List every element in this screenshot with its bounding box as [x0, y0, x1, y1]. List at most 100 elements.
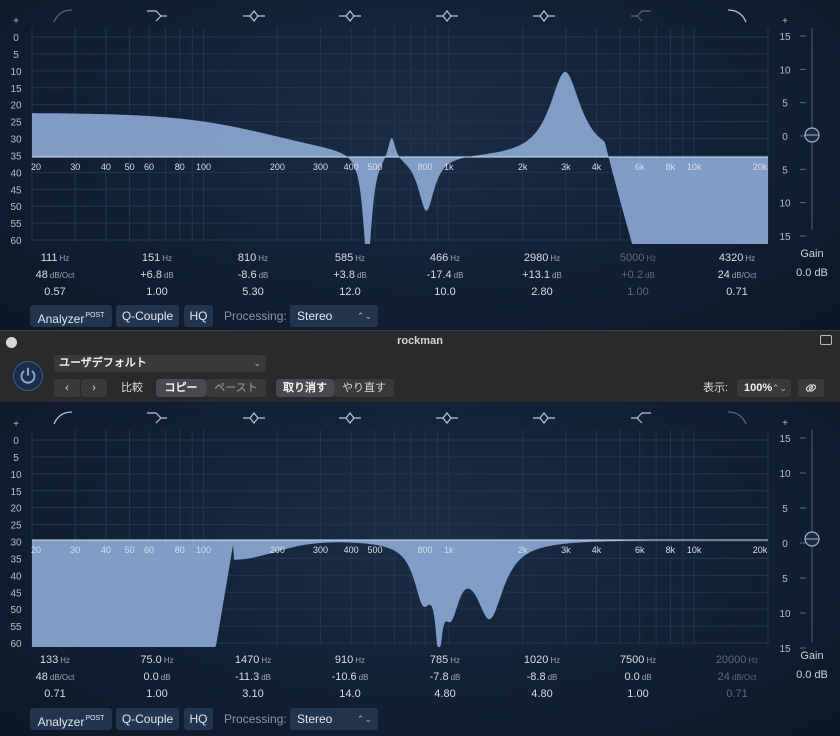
- q-value[interactable]: 4.80: [405, 686, 485, 703]
- power-button[interactable]: [13, 361, 43, 391]
- bell-icon[interactable]: [533, 412, 555, 424]
- q-value[interactable]: 0.57: [15, 284, 95, 301]
- q-value[interactable]: 1.00: [117, 284, 197, 301]
- band-1-params[interactable]: 133 Hz 48 dB/Oct 0.71: [15, 652, 95, 703]
- band-4-params[interactable]: 585 Hz +3.8 dB 12.0: [310, 250, 390, 301]
- band-3-params[interactable]: 810 Hz -8.6 dB 5.30: [213, 250, 293, 301]
- freq-value[interactable]: 75.0: [140, 654, 161, 666]
- band-5-params[interactable]: 466 Hz -17.4 dB 10.0: [405, 250, 485, 301]
- band-7-params[interactable]: 7500 Hz 0.0 dB 1.00: [598, 652, 678, 703]
- q-value[interactable]: 3.10: [213, 686, 293, 703]
- freq-value[interactable]: 585: [335, 252, 353, 264]
- q-value[interactable]: 12.0: [310, 284, 390, 301]
- q-couple-button[interactable]: Q-Couple: [116, 708, 179, 730]
- lowcut-icon[interactable]: [53, 9, 73, 23]
- copy-button[interactable]: コピー: [156, 379, 206, 397]
- lowcut-icon[interactable]: [53, 411, 73, 425]
- freq-value[interactable]: 466: [430, 252, 448, 264]
- band-6-params[interactable]: 2980 Hz +13.1 dB 2.80: [502, 250, 582, 301]
- zoom-select[interactable]: 100% ⌃⌄: [737, 379, 791, 397]
- freq-value[interactable]: 5000: [620, 252, 644, 264]
- freq-value[interactable]: 20000: [716, 654, 747, 666]
- window-corner-icon[interactable]: [820, 335, 832, 345]
- prev-preset-button[interactable]: ‹: [54, 379, 80, 397]
- undo-button[interactable]: 取り消す: [276, 379, 334, 397]
- gain-value[interactable]: -8.8: [527, 671, 546, 683]
- band-4-params[interactable]: 910 Hz -10.6 dB 14.0: [310, 652, 390, 703]
- highcut-icon[interactable]: [727, 9, 747, 23]
- band-8-params[interactable]: 20000 Hz 24 dB/Oct 0.71: [697, 652, 777, 703]
- q-couple-button[interactable]: Q-Couple: [116, 305, 179, 327]
- band-8-params[interactable]: 4320 Hz 24 dB/Oct 0.71: [697, 250, 777, 301]
- gain-value[interactable]: +3.8: [333, 269, 355, 281]
- q-value[interactable]: 2.80: [502, 284, 582, 301]
- q-value[interactable]: 1.00: [598, 284, 678, 301]
- freq-value[interactable]: 810: [238, 252, 256, 264]
- gain-value[interactable]: 0.0 dB: [790, 267, 834, 279]
- gain-value[interactable]: 24: [718, 269, 730, 281]
- q-value[interactable]: 0.71: [697, 284, 777, 301]
- band-2-params[interactable]: 151 Hz +6.8 dB 1.00: [117, 250, 197, 301]
- lowshelf-icon[interactable]: [147, 10, 167, 22]
- freq-value[interactable]: 7500: [620, 654, 644, 666]
- gain-value[interactable]: 0.0: [624, 671, 639, 683]
- gain-value[interactable]: +6.8: [140, 269, 162, 281]
- q-value[interactable]: 4.80: [502, 686, 582, 703]
- preset-menu[interactable]: ユーザデフォルト ⌄: [54, 355, 266, 372]
- highshelf-icon[interactable]: [631, 10, 651, 22]
- gain-value[interactable]: -11.3: [235, 671, 259, 683]
- freq-value[interactable]: 1020: [524, 654, 548, 666]
- gain-value[interactable]: -17.4: [427, 269, 452, 281]
- gain-value[interactable]: +13.1: [522, 269, 550, 281]
- bell-icon[interactable]: [436, 10, 458, 22]
- gain-value[interactable]: 48: [36, 269, 48, 281]
- gain-value[interactable]: +0.2: [621, 269, 643, 281]
- processing-select[interactable]: Stereo ⌃⌄: [290, 708, 378, 730]
- bell-icon[interactable]: [533, 10, 555, 22]
- bell-icon[interactable]: [243, 10, 265, 22]
- gain-value[interactable]: 24: [718, 671, 730, 683]
- bell-icon[interactable]: [339, 412, 361, 424]
- freq-value[interactable]: 133: [40, 654, 58, 666]
- q-value[interactable]: 10.0: [405, 284, 485, 301]
- gain-slider[interactable]: +15105051015: [779, 16, 820, 243]
- q-value[interactable]: 1.00: [598, 686, 678, 703]
- band-7-params[interactable]: 5000 Hz +0.2 dB 1.00: [598, 250, 678, 301]
- link-button[interactable]: [798, 379, 824, 397]
- bell-icon[interactable]: [436, 412, 458, 424]
- gain-value[interactable]: -7.8: [430, 671, 449, 683]
- band-2-params[interactable]: 75.0 Hz 0.0 dB 1.00: [117, 652, 197, 703]
- highcut-icon[interactable]: [727, 411, 747, 425]
- freq-value[interactable]: 910: [335, 654, 353, 666]
- gain-value[interactable]: 48: [36, 671, 48, 683]
- hq-button[interactable]: HQ: [184, 305, 213, 327]
- band-1-params[interactable]: 111 Hz 48 dB/Oct 0.57: [15, 250, 95, 301]
- next-preset-button[interactable]: ›: [81, 379, 107, 397]
- analyzer-button[interactable]: AnalyzerPOST: [30, 305, 112, 327]
- lowshelf-icon[interactable]: [147, 412, 167, 424]
- band-6-params[interactable]: 1020 Hz -8.8 dB 4.80: [502, 652, 582, 703]
- q-value[interactable]: 5.30: [213, 284, 293, 301]
- freq-value[interactable]: 785: [430, 654, 448, 666]
- freq-value[interactable]: 151: [142, 252, 160, 264]
- band-3-params[interactable]: 1470 Hz -11.3 dB 3.10: [213, 652, 293, 703]
- analyzer-button[interactable]: AnalyzerPOST: [30, 708, 112, 730]
- q-value[interactable]: 14.0: [310, 686, 390, 703]
- q-value[interactable]: 0.71: [697, 686, 777, 703]
- gain-value[interactable]: 0.0 dB: [790, 669, 834, 681]
- gain-slider[interactable]: +15105051015: [779, 418, 820, 655]
- redo-button[interactable]: やり直す: [334, 379, 394, 397]
- processing-select[interactable]: Stereo ⌃⌄: [290, 305, 378, 327]
- freq-value[interactable]: 111: [41, 252, 58, 264]
- bell-icon[interactable]: [339, 10, 361, 22]
- freq-value[interactable]: 1470: [235, 654, 259, 666]
- hq-button[interactable]: HQ: [184, 708, 213, 730]
- paste-button[interactable]: ペースト: [206, 379, 266, 397]
- highshelf-icon[interactable]: [631, 412, 651, 424]
- bell-icon[interactable]: [243, 412, 265, 424]
- gain-value[interactable]: 0.0: [143, 671, 158, 683]
- q-value[interactable]: 0.71: [15, 686, 95, 703]
- freq-value[interactable]: 4320: [719, 252, 743, 264]
- band-5-params[interactable]: 785 Hz -7.8 dB 4.80: [405, 652, 485, 703]
- gain-value[interactable]: -10.6: [332, 671, 357, 683]
